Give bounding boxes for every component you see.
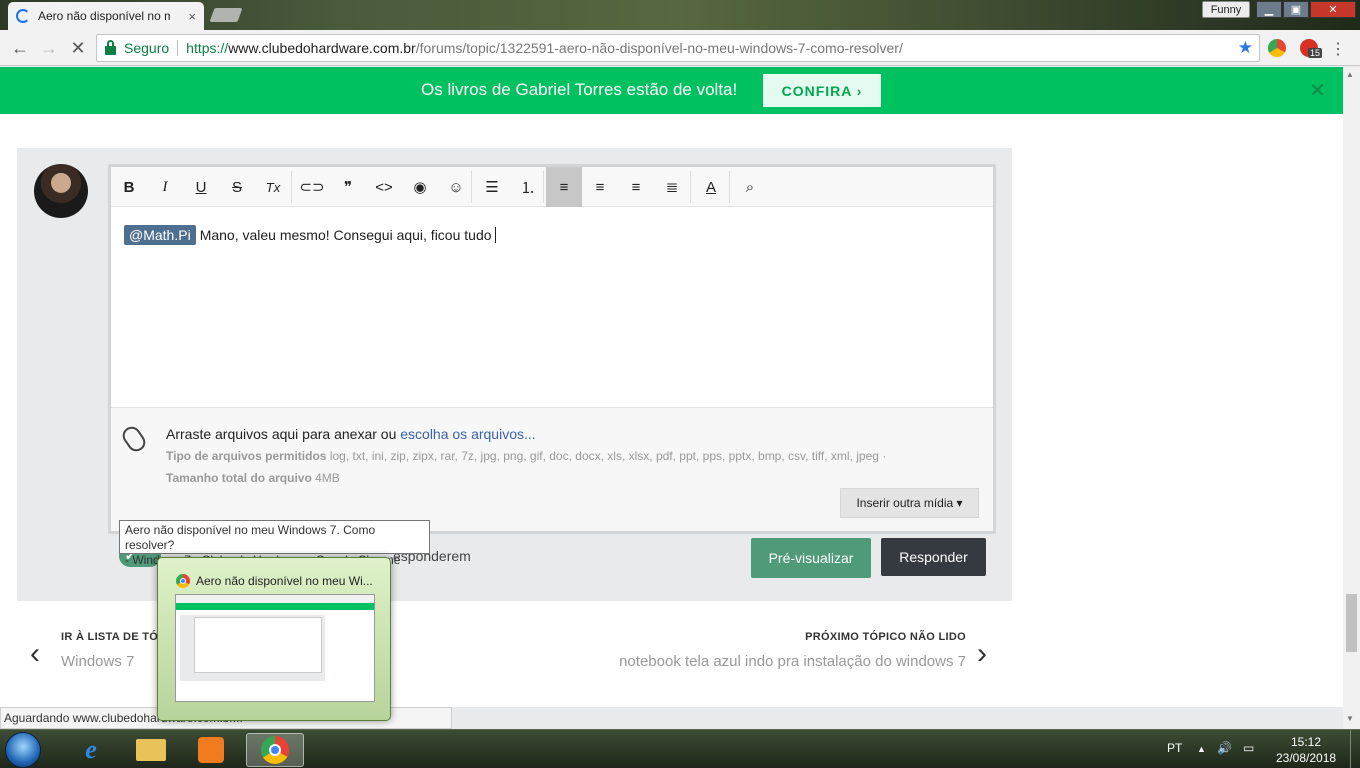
extension-icon[interactable] — [1268, 39, 1286, 57]
attach-prompt: Arraste arquivos aqui para anexar ou esc… — [166, 426, 536, 442]
internet-explorer-icon[interactable]: e — [66, 733, 116, 767]
reply-button[interactable]: Responder — [881, 538, 986, 576]
browser-tab-active[interactable]: Aero não disponível no m × — [8, 2, 204, 30]
toolbar-underline-icon[interactable]: U — [183, 167, 219, 207]
stop-loading-icon[interactable]: ✕ — [66, 36, 90, 60]
toolbar-separator — [729, 171, 730, 203]
scroll-down-icon[interactable]: ▼ — [1346, 714, 1354, 723]
next-topic-label: PRÓXIMO TÓPICO NÃO LIDO — [805, 631, 966, 643]
start-button[interactable] — [5, 732, 41, 768]
avatar — [34, 164, 88, 218]
rich-text-editor: B I U S Tx ⊂⊃ ❞ <> ◉ ☺ ☰ ⒈ ≡ ≡ ≡ ≣ A ⌕ @Math.Pi Mano, vale… — [108, 164, 996, 534]
banner-text: Os livros de Gabriel Torres estão de vol… — [421, 80, 738, 99]
allowed-file-types: Tipo de arquivos permitidos log, txt, in… — [166, 449, 887, 463]
minimize-button[interactable]: ▁ — [1256, 1, 1282, 18]
taskbar-thumbnail-preview[interactable]: Aero não disponível no meu Wi... — [157, 557, 391, 721]
next-topic-title: notebook tela azul indo pra instalação d… — [619, 653, 966, 670]
chrome-menu-icon[interactable]: ⋮ — [1330, 39, 1346, 59]
chrome-icon — [176, 574, 190, 588]
toolbar-align-center-icon[interactable]: ≡ — [618, 167, 654, 207]
prev-topic-title: Windows 7 — [61, 653, 135, 670]
forward-arrow-icon[interactable]: → — [37, 36, 61, 60]
prev-topic-label: IR À LISTA DE TÓ — [61, 631, 159, 643]
toolbar-separator — [690, 171, 691, 203]
toolbar-code-icon[interactable]: <> — [366, 167, 402, 207]
scroll-up-icon[interactable]: ▲ — [1346, 70, 1354, 79]
lock-icon — [105, 39, 116, 55]
extension-badge: 15 — [1308, 48, 1323, 58]
url-host: www.clubedohardware.com.br — [228, 40, 416, 56]
bookmark-star-icon[interactable]: ★ — [1238, 38, 1253, 58]
toolbar-numbered-list-icon[interactable]: ⒈ — [510, 167, 546, 207]
toolbar-align-right-icon[interactable]: ≡ — [582, 167, 618, 207]
prev-topic-link[interactable]: IR À LISTA DE TÓ Windows 7 — [30, 631, 158, 670]
page-scrollbar[interactable]: ▲ ▼ — [1343, 67, 1360, 729]
address-bar[interactable]: Seguro https:// www.clubedohardware.com.… — [96, 34, 1260, 62]
toolbar-link-icon[interactable]: ⊂⊃ — [294, 167, 330, 207]
browser-toolbar: ← → ✕ Seguro https:// www.clubedohardwar… — [0, 30, 1360, 66]
editor-body[interactable]: @Math.Pi Mano, valeu mesmo! Consegui aqui… — [111, 207, 993, 407]
network-icon[interactable]: ▭ — [1243, 741, 1254, 755]
omnibox-divider — [177, 40, 179, 56]
toolbar-bullet-list-icon[interactable]: ☰ — [474, 167, 510, 207]
toolbar-separator — [543, 171, 544, 203]
toolbar-emoji-icon[interactable]: ☺ — [438, 167, 474, 207]
tab-title: Aero não disponível no m — [38, 9, 170, 23]
toolbar-separator — [471, 171, 472, 203]
language-indicator[interactable]: PT — [1167, 741, 1182, 755]
max-file-size: Tamanho total do arquivo 4MB — [166, 471, 340, 485]
browser-title-bar: Aero não disponível no m × Funny ▁ ▣ ✕ — [0, 0, 1360, 30]
toolbar-spoiler-icon[interactable]: ◉ — [402, 167, 438, 207]
tray-expand-icon[interactable]: ▲ — [1197, 744, 1206, 754]
toolbar-italic-icon[interactable]: I — [147, 167, 183, 207]
banner-close-icon[interactable]: ✕ — [1309, 78, 1326, 103]
preview-button[interactable]: Pré-visualizar — [751, 538, 871, 578]
toolbar-separator — [291, 171, 292, 203]
close-window-button[interactable]: ✕ — [1310, 1, 1356, 18]
clock[interactable]: 15:12 23/08/2018 — [1276, 734, 1336, 766]
loading-spinner-icon — [16, 9, 30, 23]
user-mention[interactable]: @Math.Pi — [124, 225, 196, 245]
toolbar-font-color-icon[interactable]: A — [693, 167, 729, 207]
new-tab-button[interactable] — [209, 8, 243, 22]
thumbnail-title: Aero não disponível no meu Wi... — [176, 574, 376, 588]
media-player-icon[interactable] — [186, 733, 236, 767]
editor-toolbar: B I U S Tx ⊂⊃ ❞ <> ◉ ☺ ☰ ⒈ ≡ ≡ ≡ ≣ A ⌕ — [111, 167, 993, 207]
toolbar-align-justify-icon[interactable]: ≣ — [654, 167, 690, 207]
maximize-button[interactable]: ▣ — [1283, 1, 1309, 18]
paperclip-icon — [119, 423, 149, 455]
thumbnail-screenshot — [175, 594, 375, 702]
profile-button[interactable]: Funny — [1202, 1, 1250, 18]
show-desktop-button[interactable] — [1350, 730, 1360, 768]
toolbar-quote-icon[interactable]: ❞ — [330, 167, 366, 207]
toolbar-align-left-icon[interactable]: ≡ — [546, 167, 582, 207]
url-scheme: https:// — [186, 40, 229, 56]
scroll-thumb[interactable] — [1346, 594, 1357, 652]
taskbar-tooltip: Aero não disponível no meu Windows 7. Co… — [119, 520, 430, 567]
back-arrow-icon[interactable]: ← — [8, 36, 32, 60]
attachment-area[interactable]: Arraste arquivos aqui para anexar ou esc… — [111, 407, 993, 531]
toolbar-strikethrough-icon[interactable]: S — [219, 167, 255, 207]
volume-icon[interactable]: 🔊 — [1217, 741, 1232, 755]
choose-files-link[interactable]: escolha os arquivos... — [400, 426, 535, 442]
next-topic-link[interactable]: PRÓXIMO TÓPICO NÃO LIDO notebook tela az… — [619, 631, 988, 670]
tab-close-icon[interactable]: × — [188, 9, 196, 24]
insert-media-button[interactable]: Inserir outra mídia ▾ — [840, 488, 979, 518]
editor-text: Mano, valeu mesmo! Consegui aqui, ficou … — [199, 227, 496, 243]
text-cursor: ​ — [495, 227, 497, 243]
toolbar-remove-format-icon[interactable]: Tx — [255, 167, 291, 207]
windows-taskbar: e PT ▲ 🔊 ▭ 15:12 23/08/2018 — [0, 729, 1360, 768]
chevron-right-icon[interactable]: › — [977, 637, 987, 671]
secure-label: Seguro — [124, 40, 170, 56]
toolbar-preview-icon[interactable]: ⌕ — [732, 167, 768, 207]
promo-banner: Os livros de Gabriel Torres estão de vol… — [0, 67, 1343, 114]
url-path: /forums/topic/1322591-aero-não-disponíve… — [415, 40, 903, 56]
banner-confira-button[interactable]: CONFIRA › — [763, 74, 881, 107]
toolbar-bold-icon[interactable]: B — [111, 167, 147, 207]
file-explorer-icon[interactable] — [126, 733, 176, 767]
chrome-taskbar-icon[interactable] — [246, 733, 304, 767]
